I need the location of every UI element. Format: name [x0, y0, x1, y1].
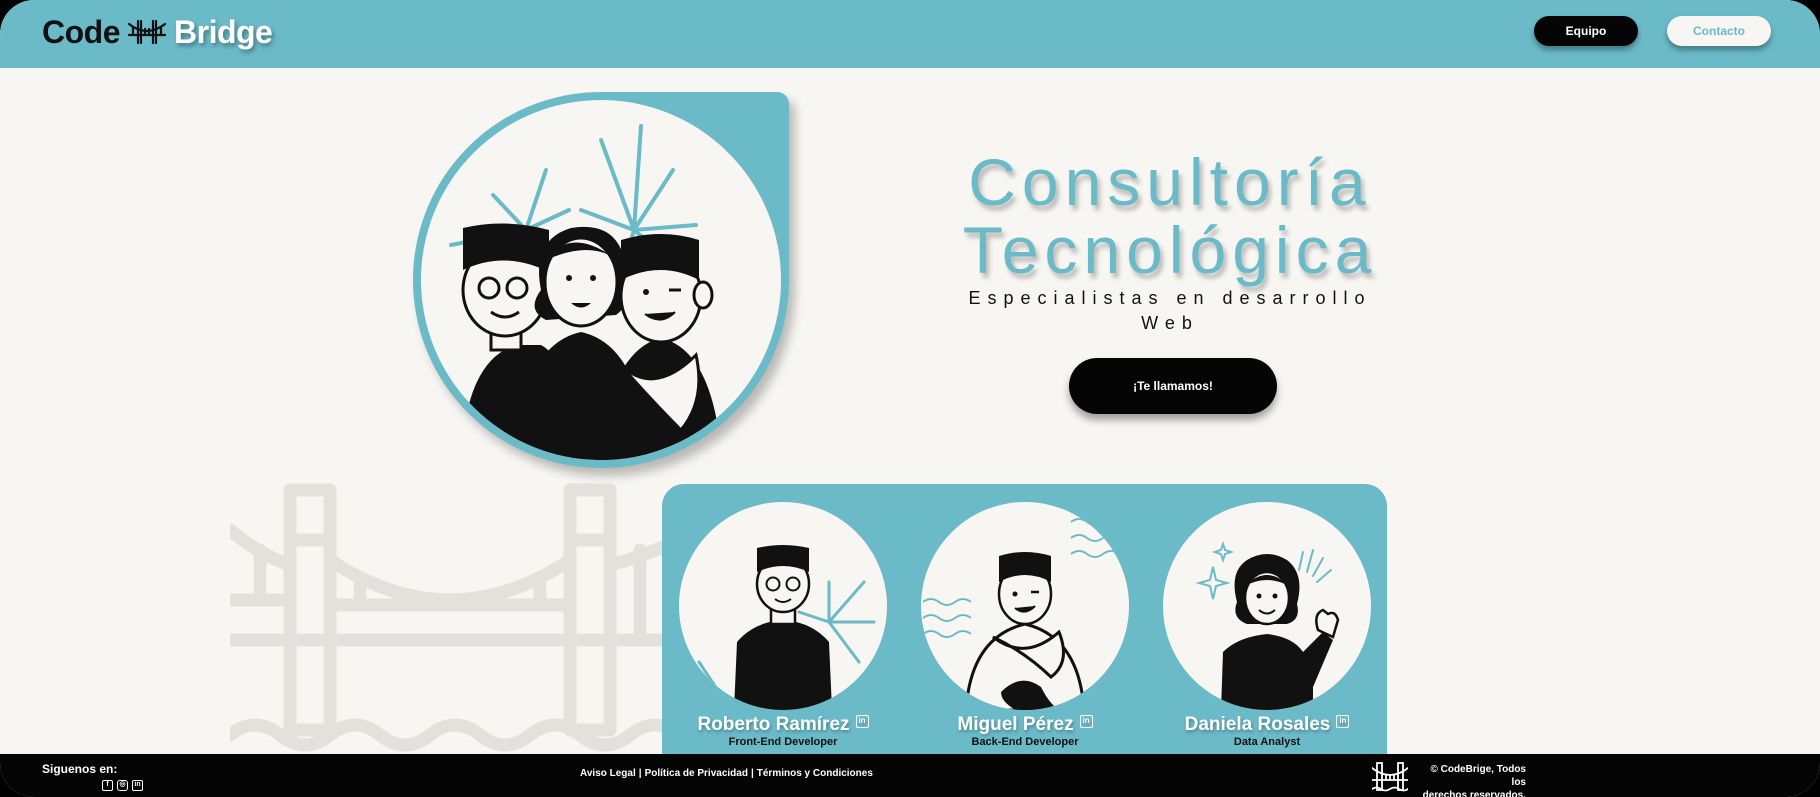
member-role: Data Analyst [1233, 736, 1301, 748]
social-links: f ◎ in [102, 780, 143, 791]
linkedin-icon[interactable]: in [132, 780, 143, 791]
member-name: Daniela Rosales [1184, 714, 1331, 735]
privacy-policy-link[interactable]: Política de Privacidad [645, 768, 748, 779]
team-illustration [421, 100, 781, 460]
member-role: Back-End Developer [971, 736, 1079, 748]
page: Code Bridge Equipo Contacto Consultoría … [0, 0, 1820, 797]
aviso-legal-link[interactable]: Aviso Legal [580, 768, 636, 779]
facebook-icon[interactable]: f [102, 780, 113, 791]
member-name-row: Roberto Ramírez in [678, 714, 888, 736]
team-member-card: Roberto Ramírez in Front-End Developer [678, 502, 888, 748]
link-separator: | [750, 768, 754, 779]
linkedin-icon[interactable]: in [1336, 714, 1350, 728]
hero-subtitle-line1: Especialistas en desarrollo [968, 288, 1372, 308]
member-name: Roberto Ramírez [697, 714, 850, 735]
terms-link[interactable]: Términos y Condiciones [757, 768, 873, 779]
copyright-line1: © CodeBrige, Todos los [1430, 764, 1526, 788]
linkedin-icon[interactable]: in [1079, 714, 1093, 728]
contacto-button[interactable]: Contacto [1667, 16, 1771, 46]
member-avatar [921, 502, 1129, 710]
site-logo[interactable]: Code Bridge [42, 12, 273, 52]
member-avatar [1163, 502, 1371, 710]
member-name-row: Miguel Pérez in [920, 714, 1130, 736]
member-name-row: Daniela Rosales in [1162, 714, 1372, 736]
hero-subtitle: Especialistas en desarrollo Web [960, 286, 1380, 336]
team-member-card: Miguel Pérez in Back-End Developer [920, 502, 1130, 748]
copyright-line2: derechos reservados. [1422, 790, 1526, 797]
hero-title-line1: Consultoría [968, 145, 1372, 219]
call-me-button[interactable]: ¡Te llamamos! [1069, 358, 1277, 414]
footer-bridge-icon [1372, 762, 1408, 792]
copyright-text: © CodeBrige, Todos los derechos reservad… [1416, 763, 1526, 797]
hero-image-frame [413, 92, 789, 468]
logo-word-code: Code [42, 13, 121, 50]
link-separator: | [638, 768, 642, 779]
equipo-button[interactable]: Equipo [1534, 16, 1638, 46]
member-role: Front-End Developer [728, 736, 838, 748]
site-header: Code Bridge Equipo Contacto [0, 0, 1820, 68]
member-name: Miguel Pérez [957, 714, 1074, 735]
follow-label: Siguenos en: [42, 762, 118, 776]
hero-subtitle-line2: Web [1141, 313, 1199, 333]
site-footer: Siguenos en: f ◎ in Aviso Legal | Política… [0, 754, 1820, 797]
bridge-icon [128, 19, 166, 45]
logo-word-bridge: Bridge [174, 13, 273, 50]
instagram-icon[interactable]: ◎ [117, 780, 128, 791]
team-member-card: Daniela Rosales in Data Analyst [1162, 502, 1372, 748]
hero-title: Consultoría Tecnológica [900, 148, 1440, 284]
team-panel: Roberto Ramírez in Front-End Developer M… [662, 484, 1387, 784]
member-avatar [679, 502, 887, 710]
bridge-watermark-icon [230, 483, 700, 752]
linkedin-icon[interactable]: in [855, 714, 869, 728]
hero-title-line2: Tecnológica [962, 213, 1378, 287]
